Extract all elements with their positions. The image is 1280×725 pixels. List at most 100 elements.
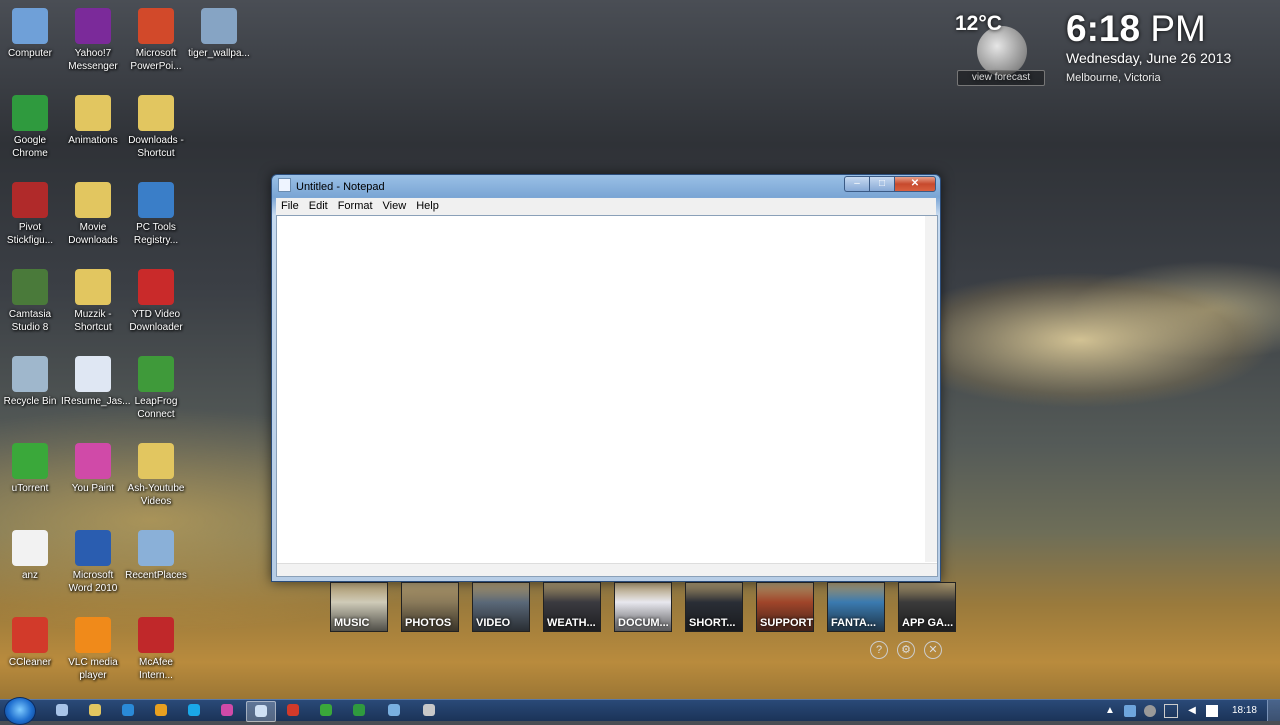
menu-help[interactable]: Help (411, 198, 444, 215)
launcher-tile-label: MUSIC (334, 617, 370, 629)
vertical-scrollbar[interactable] (925, 216, 937, 562)
desktop-icon[interactable]: You Paint (61, 443, 125, 495)
gear-icon[interactable]: ⚙ (897, 641, 915, 659)
ie-icon-glyph (122, 704, 134, 716)
desktop-icon-label: Animations (68, 135, 118, 146)
launcher-tile[interactable]: VIDEO (472, 582, 530, 632)
desktop-icon[interactable]: PC Tools Registry... (124, 182, 188, 247)
tray-expand-icon[interactable]: ▲ (1104, 705, 1116, 717)
skype-icon-glyph (188, 704, 200, 716)
launcher-tile[interactable]: SHORT... (685, 582, 743, 632)
desktop-icon-label: YTD Video Downloader (129, 309, 183, 333)
close-icon[interactable]: ✕ (924, 641, 942, 659)
launcher-tile[interactable]: DOCUM... (614, 582, 672, 632)
desktop-icon[interactable]: VLC media player (61, 617, 125, 682)
taskbar-chrome-icon[interactable] (345, 701, 373, 720)
taskbar-clock[interactable]: 18:18 (1232, 705, 1257, 716)
desktop-icon-label: Google Chrome (12, 135, 48, 159)
desktop-icon[interactable]: anz (0, 530, 62, 582)
desktop-icon[interactable]: Pivot Stickfigu... (0, 182, 62, 247)
show-desktop-button[interactable] (1267, 700, 1280, 721)
desktop-icon[interactable]: Muzzik - Shortcut (61, 269, 125, 334)
desktop-icon[interactable]: Animations (61, 95, 125, 147)
volume-icon[interactable]: ◀ (1186, 705, 1198, 717)
display-icon[interactable] (1163, 703, 1178, 718)
desktop-icon-label: anz (21, 570, 39, 581)
help-icon[interactable]: ? (870, 641, 888, 659)
window-controls: – □ ✕ (844, 176, 936, 192)
desktop-icon[interactable]: Microsoft PowerPoi... (124, 8, 188, 73)
launcher-tile[interactable]: APP GA... (898, 582, 956, 632)
launcher-tile[interactable]: PHOTOS (401, 582, 459, 632)
taskbar-utorrent-icon[interactable] (312, 701, 340, 720)
ccleaner-icon (12, 617, 48, 653)
menu-file[interactable]: File (276, 198, 304, 215)
launcher-tile-label: PHOTOS (405, 617, 452, 629)
action-center-icon[interactable] (1205, 704, 1218, 717)
desktop-icon-label: RecentPlaces (125, 570, 187, 581)
launcher-tile-label: WEATH... (547, 617, 596, 629)
desktop-icon[interactable]: Recycle Bin (0, 356, 62, 408)
desktop-icon[interactable]: CCleaner (0, 617, 62, 669)
clock-date: Wednesday, June 26 2013 (1066, 50, 1232, 66)
taskbar-network-icon[interactable] (380, 701, 408, 720)
desktop-icon[interactable]: LeapFrog Connect (124, 356, 188, 421)
minimize-button[interactable]: – (844, 176, 869, 192)
launcher-tile-label: DOCUM... (618, 617, 669, 629)
desktop-icon[interactable]: tiger_wallpa... (187, 8, 251, 60)
desktop-icon[interactable]: Ash-Youtube Videos (124, 443, 188, 508)
start-button[interactable] (4, 697, 36, 725)
ccleaner-icon-glyph (287, 704, 299, 716)
desktop-icon[interactable]: Google Chrome (0, 95, 62, 160)
folder-icon (75, 95, 111, 131)
window-titlebar[interactable]: Untitled - Notepad (278, 178, 385, 194)
desktop-icon[interactable]: uTorrent (0, 443, 62, 495)
app-launcher-bar: MUSIC PHOTOS VIDEO WEATH... DOCUM... SHORT...… (330, 582, 969, 632)
network-icon[interactable] (1123, 704, 1136, 717)
desktop-icon[interactable]: Movie Downloads (61, 182, 125, 247)
desktop-icon[interactable]: McAfee Intern... (124, 617, 188, 682)
ytd-icon (138, 269, 174, 305)
desktop-icon[interactable]: Camtasia Studio 8 (0, 269, 62, 334)
tray-app-icon[interactable] (1143, 704, 1156, 717)
paint-icon-glyph (221, 704, 233, 716)
taskbar-ie-icon[interactable] (114, 701, 142, 720)
launcher-tile[interactable]: FANTA... (827, 582, 885, 632)
desktop-icon[interactable]: IResume_Jas... (61, 356, 130, 408)
taskbar-media-icon[interactable] (147, 701, 175, 720)
taskbar-app-icon[interactable] (415, 701, 443, 720)
desktop-icon[interactable]: Computer (0, 8, 62, 60)
desktop-icon-label: Pivot Stickfigu... (6, 222, 54, 246)
view-forecast-link[interactable]: view forecast (957, 70, 1045, 86)
menu-edit[interactable]: Edit (304, 198, 333, 215)
taskbar-explorer-icon[interactable] (48, 701, 76, 720)
folder-icon (75, 269, 111, 305)
desktop-icon[interactable]: RecentPlaces (124, 530, 188, 582)
notepad-window[interactable]: Untitled - Notepad – □ ✕ File Edit Format V… (271, 174, 941, 582)
horizontal-scrollbar[interactable] (277, 563, 937, 576)
taskbar-paint-icon[interactable] (213, 701, 241, 720)
menu-format[interactable]: Format (333, 198, 378, 215)
paint-icon (75, 443, 111, 479)
taskbar-notepad-icon[interactable] (246, 701, 276, 722)
desktop-icon[interactable]: YTD Video Downloader (124, 269, 188, 334)
close-button[interactable]: ✕ (894, 176, 936, 192)
desktop-icon-label: Muzzik - Shortcut (74, 309, 112, 333)
desktop-icon[interactable]: Yahoo!7 Messenger (61, 8, 125, 73)
taskbar: ▲ ◀ 18:18 (0, 697, 1280, 725)
menu-view[interactable]: View (378, 198, 412, 215)
taskbar-skype-icon[interactable] (180, 701, 208, 720)
launcher-tile[interactable]: MUSIC (330, 582, 388, 632)
taskbar-ccleaner-icon[interactable] (279, 701, 307, 720)
launcher-tile[interactable]: WEATH... (543, 582, 601, 632)
weather-gadget[interactable]: 12°C view forecast (955, 12, 1045, 86)
taskbar-folder-icon[interactable] (81, 701, 109, 720)
launcher-tile-label: SUPPORT (760, 617, 814, 629)
desktop-icon[interactable]: Downloads - Shortcut (124, 95, 188, 160)
chrome-icon-glyph (353, 704, 365, 716)
maximize-button[interactable]: □ (869, 176, 894, 192)
utorrent-icon (12, 443, 48, 479)
launcher-tile[interactable]: SUPPORT (756, 582, 814, 632)
text-editor-area[interactable] (276, 215, 938, 577)
desktop-icon[interactable]: Microsoft Word 2010 (61, 530, 125, 595)
